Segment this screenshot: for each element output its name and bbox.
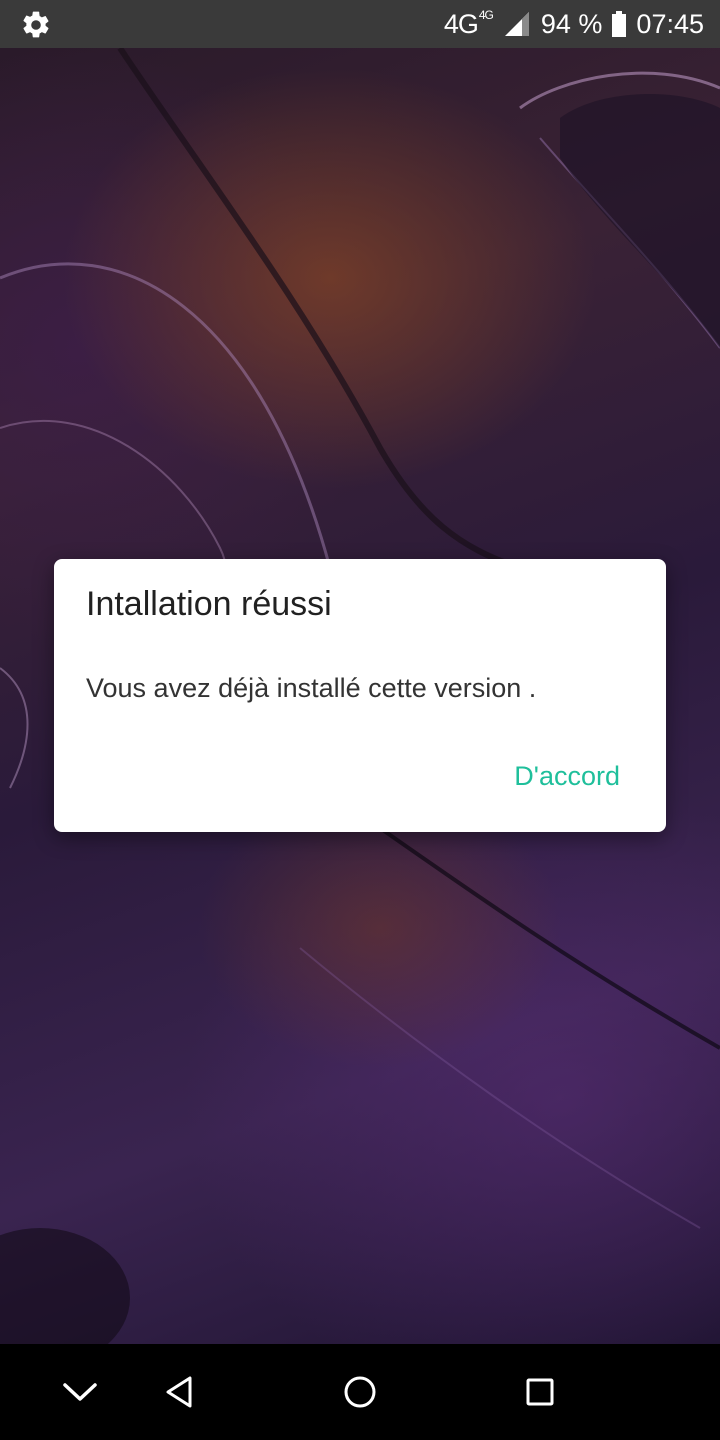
network-indicator: 4G4G [443, 7, 494, 40]
clock: 07:45 [636, 8, 704, 39]
gear-icon[interactable] [20, 9, 52, 41]
dialog-title: Intallation réussi [86, 585, 332, 623]
signal-icon [504, 12, 529, 36]
battery-icon [612, 11, 627, 37]
back-icon[interactable] [160, 1372, 200, 1412]
network-badge: 4G [478, 7, 494, 22]
chevron-down-icon[interactable] [60, 1372, 100, 1412]
status-indicators: 4G4G 94 % 07:45 [444, 0, 704, 48]
navigation-bar [0, 1344, 720, 1440]
install-dialog: Intallation réussi Vous avez déjà instal… [54, 559, 666, 832]
status-bar: 4G4G 94 % 07:45 [0, 0, 720, 48]
ok-button[interactable]: D'accord [514, 761, 620, 792]
dialog-message: Vous avez déjà installé cette version . [86, 673, 537, 703]
home-icon[interactable] [340, 1372, 380, 1412]
network-type: 4G [443, 8, 479, 39]
battery-percentage: 94 % [540, 8, 603, 39]
recents-icon[interactable] [520, 1372, 560, 1412]
